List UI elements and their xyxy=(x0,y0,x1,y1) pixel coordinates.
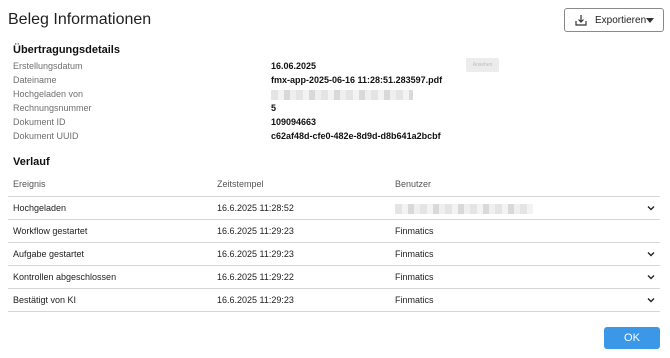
ok-button[interactable]: OK xyxy=(604,327,660,349)
timestamp-cell: 16.6.2025 11:29:23 xyxy=(217,226,294,236)
detail-row-dokument-uuid: Dokument UUID c62af48d-cfe0-482e-8d9d-d8… xyxy=(13,129,493,143)
download-tray-icon xyxy=(575,14,587,26)
dialog-title: Beleg Informationen xyxy=(8,11,152,28)
timestamp-cell: 16.6.2025 11:29:23 xyxy=(217,295,294,305)
timestamp-cell: 16.6.2025 11:28:52 xyxy=(217,203,294,213)
chevron-down-icon[interactable] xyxy=(646,249,656,259)
column-header-user: Benutzer xyxy=(395,179,432,189)
redacted-uploader xyxy=(271,90,413,100)
table-row[interactable]: Bestätigt von KI 16.6.2025 11:29:23 Finm… xyxy=(8,289,660,312)
timestamp-cell: 16.6.2025 11:29:22 xyxy=(217,272,294,282)
export-button-label: Exportieren xyxy=(595,14,647,26)
detail-label: Dateiname xyxy=(13,75,57,85)
detail-row-dokument-id: Dokument ID 109094663 xyxy=(13,115,493,129)
event-cell: Workflow gestartet xyxy=(13,226,88,236)
timestamp-cell: 16.6.2025 11:29:23 xyxy=(217,249,294,259)
details-section-title: Übertragungsdetails xyxy=(13,44,120,56)
chevron-down-icon[interactable] xyxy=(646,272,656,282)
user-cell: Finmatics xyxy=(395,249,434,259)
event-cell: Hochgeladen xyxy=(13,203,67,213)
table-row[interactable]: Kontrollen abgeschlossen 16.6.2025 11:29… xyxy=(8,266,660,289)
history-section-title: Verlauf xyxy=(13,156,50,168)
table-row[interactable]: Aufgabe gestartet 16.6.2025 11:29:23 Fin… xyxy=(8,243,660,266)
user-cell: Finmatics xyxy=(395,226,434,236)
detail-value: fmx-app-2025-06-16 11:28:51.283597.pdf xyxy=(271,75,443,85)
event-cell: Bestätigt von KI xyxy=(13,295,77,305)
user-cell: Finmatics xyxy=(395,272,434,282)
redacted-user xyxy=(395,204,533,214)
history-table-header: Ereignis Zeitstempel Benutzer xyxy=(8,175,660,197)
detail-label: Erstellungsdatum xyxy=(13,61,83,71)
detail-row-hochgeladen-von: Hochgeladen von xyxy=(13,87,493,101)
detail-row-dateiname: Dateiname fmx-app-2025-06-16 11:28:51.28… xyxy=(13,73,493,87)
event-cell: Kontrollen abgeschlossen xyxy=(13,272,117,282)
detail-label: Rechnungsnummer xyxy=(13,103,92,113)
detail-label: Hochgeladen von xyxy=(13,89,84,99)
event-cell: Aufgabe gestartet xyxy=(13,249,85,259)
detail-value: 5 xyxy=(271,103,277,113)
chevron-down-icon[interactable] xyxy=(646,203,656,213)
chevron-down-icon[interactable] xyxy=(646,295,656,305)
column-header-event: Ereignis xyxy=(13,179,46,189)
user-cell: Finmatics xyxy=(395,295,434,305)
column-header-timestamp: Zeitstempel xyxy=(217,179,264,189)
export-button[interactable]: Exportieren xyxy=(564,8,664,32)
detail-value: c62af48d-cfe0-482e-8d9d-d8b641a2bcbf xyxy=(271,131,441,141)
caret-down-icon xyxy=(646,17,655,23)
view-file-button[interactable]: Ansehen xyxy=(466,58,499,72)
table-row[interactable]: Hochgeladen 16.6.2025 11:28:52 xyxy=(8,197,660,220)
detail-row-erstellungsdatum: Erstellungsdatum 16.06.2025 xyxy=(13,59,493,73)
table-row[interactable]: Workflow gestartet 16.6.2025 11:29:23 Fi… xyxy=(8,220,660,243)
detail-value: 109094663 xyxy=(271,117,317,127)
detail-label: Dokument ID xyxy=(13,117,66,127)
detail-value: 16.06.2025 xyxy=(271,61,317,71)
detail-row-rechnungsnummer: Rechnungsnummer 5 xyxy=(13,101,493,115)
detail-label: Dokument UUID xyxy=(13,131,79,141)
